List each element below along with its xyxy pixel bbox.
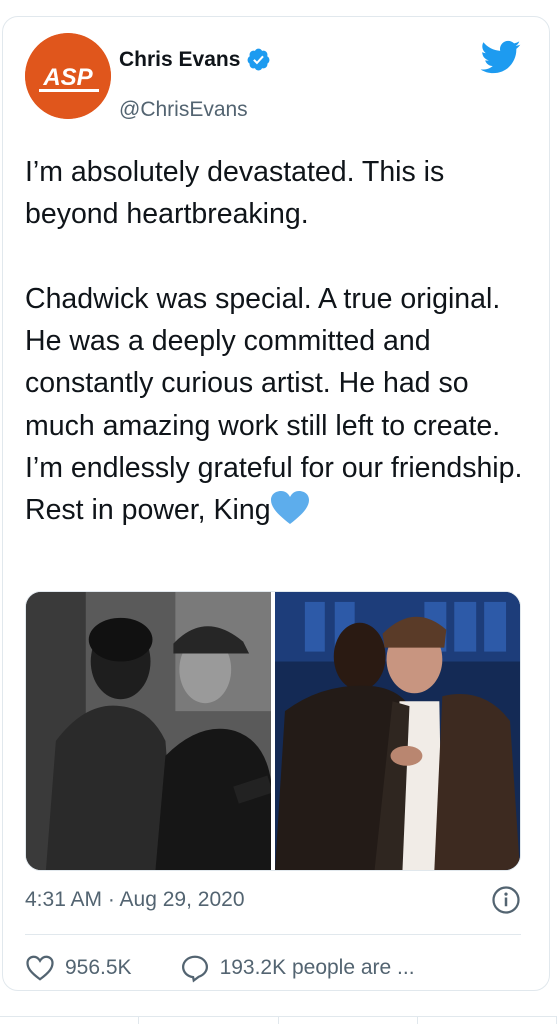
blue-heart-emoji [270, 491, 309, 525]
tab-divider [139, 1017, 279, 1024]
tweet-actions: 956.5K 193.2K people are ... [25, 953, 525, 983]
media-photo-left[interactable] [26, 592, 271, 870]
like-button[interactable]: 956.5K [25, 953, 132, 983]
divider [25, 934, 521, 935]
heart-outline-icon [26, 955, 54, 981]
bottom-tab-bar [0, 1016, 557, 1024]
twitter-bird-icon[interactable] [479, 39, 521, 75]
avatar[interactable]: ASP [25, 33, 111, 119]
tweet-text: I’m absolutely devastated. This is beyon… [25, 151, 530, 532]
display-name[interactable]: Chris Evans [119, 48, 240, 72]
timestamp-row: 4:31 AM · Aug 29, 2020 [25, 885, 521, 915]
tweet-card[interactable]: ASP Chris Evans @ChrisEvans I’m absolute… [2, 16, 550, 991]
tab-divider [279, 1017, 418, 1024]
name-row[interactable]: Chris Evans [119, 47, 271, 72]
user-handle[interactable]: @ChrisEvans [119, 98, 248, 122]
like-count: 956.5K [65, 956, 132, 979]
tweet-body: I’m absolutely devastated. This is beyon… [25, 156, 523, 527]
asp-logo: ASP [25, 33, 111, 119]
color-photo [275, 592, 520, 870]
tab-divider [418, 1017, 557, 1024]
tab-divider [0, 1017, 140, 1024]
reply-button[interactable]: 193.2K people are ... [180, 953, 415, 983]
reply-count: 193.2K people are ... [219, 956, 415, 979]
speech-bubble-icon [181, 955, 208, 983]
black-and-white-photo [26, 592, 271, 870]
svg-text:ASP: ASP [42, 64, 93, 91]
tweet-media[interactable] [25, 591, 521, 871]
media-photo-right[interactable] [275, 592, 520, 870]
info-icon[interactable] [491, 885, 521, 915]
verified-badge-icon [247, 48, 270, 71]
tweet-timestamp[interactable]: 4:31 AM · Aug 29, 2020 [25, 888, 245, 912]
